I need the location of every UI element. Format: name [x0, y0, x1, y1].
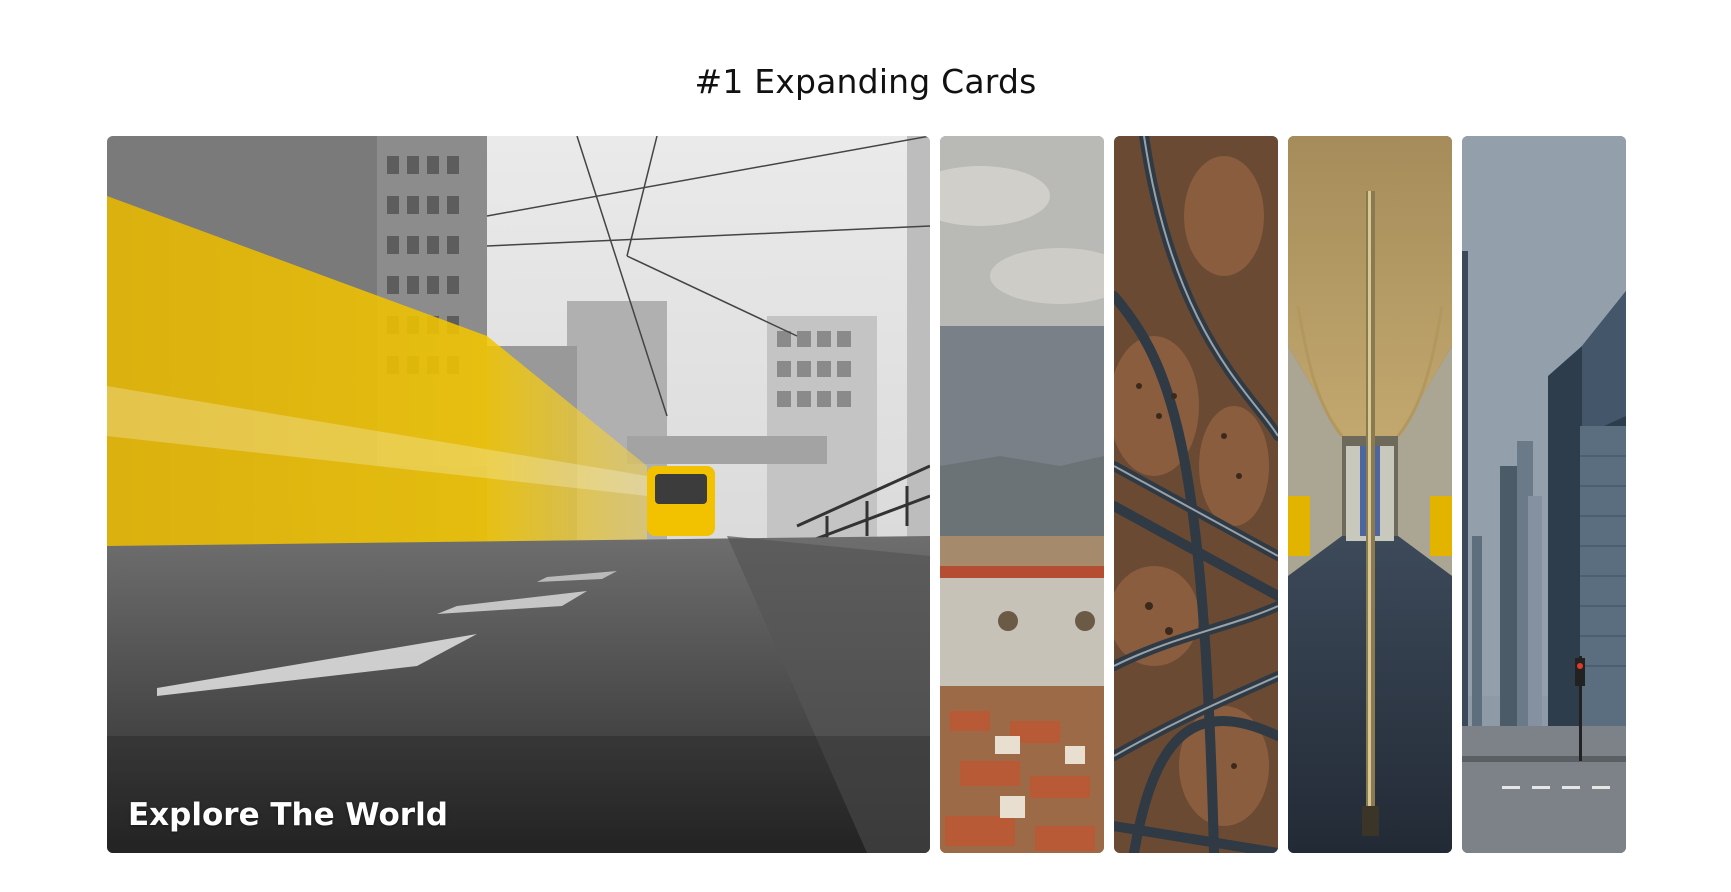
- card-highway-aerial[interactable]: [1114, 136, 1278, 853]
- card-tram-street[interactable]: Explore The World: [107, 136, 930, 853]
- card-city-view-image: [940, 136, 1104, 853]
- page: #1 Expanding Cards Explore The World: [0, 0, 1731, 892]
- expanding-cards-container: Explore The World: [107, 136, 1630, 853]
- card-city-view[interactable]: [940, 136, 1104, 853]
- card-subway-interior-image: [1288, 136, 1452, 853]
- card-title: Explore The World: [128, 797, 448, 833]
- card-skyscrapers-image: [1462, 136, 1626, 853]
- card-highway-aerial-image: [1114, 136, 1278, 853]
- card-tram-street-image: [107, 136, 930, 853]
- card-subway-interior[interactable]: [1288, 136, 1452, 853]
- card-skyscrapers[interactable]: [1462, 136, 1626, 853]
- page-title: #1 Expanding Cards: [694, 62, 1037, 101]
